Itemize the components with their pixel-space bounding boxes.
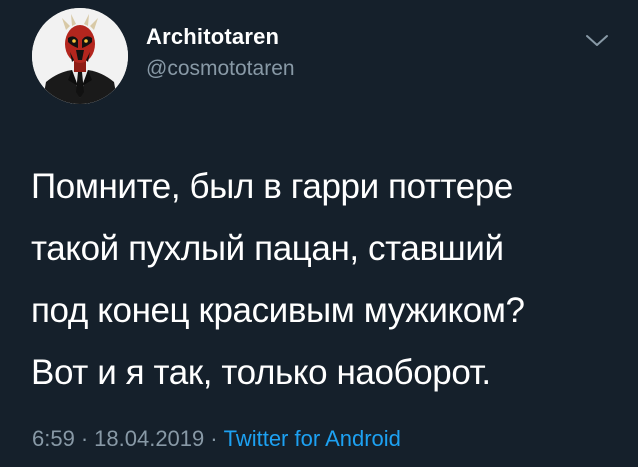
meta-separator: ·	[210, 426, 218, 451]
tweet-text: Помните, был в гарри поттере такой пухлы…	[31, 156, 631, 404]
tweet-source-link[interactable]: Twitter for Android	[224, 426, 401, 451]
meta-separator: ·	[80, 426, 89, 451]
tweet-text-line: Вот и я так, только наоборот.	[31, 353, 491, 392]
tweet-menu-button[interactable]	[582, 30, 612, 52]
tweet-date[interactable]: 18.04.2019	[94, 426, 204, 451]
author-block: Architotaren @cosmototaren	[146, 24, 295, 82]
author-handle[interactable]: @cosmototaren	[146, 56, 295, 82]
tweet-meta: 6:59 · 18.04.2019 · Twitter for Android	[32, 424, 401, 454]
avatar[interactable]	[32, 8, 128, 104]
author-display-name[interactable]: Architotaren	[146, 24, 295, 50]
darth-maul-avatar-icon	[32, 8, 128, 104]
tweet-time[interactable]: 6:59	[32, 426, 75, 451]
tweet-text-line: такой пухлый пацан, ставший	[31, 229, 504, 268]
tweet-text-line: под конец красивым мужиком?	[31, 291, 525, 330]
chevron-down-icon	[586, 35, 608, 46]
tweet-text-line: Помните, был в гарри поттере	[31, 167, 513, 206]
tweet-card: Architotaren @cosmototaren Помните, был …	[0, 0, 638, 467]
